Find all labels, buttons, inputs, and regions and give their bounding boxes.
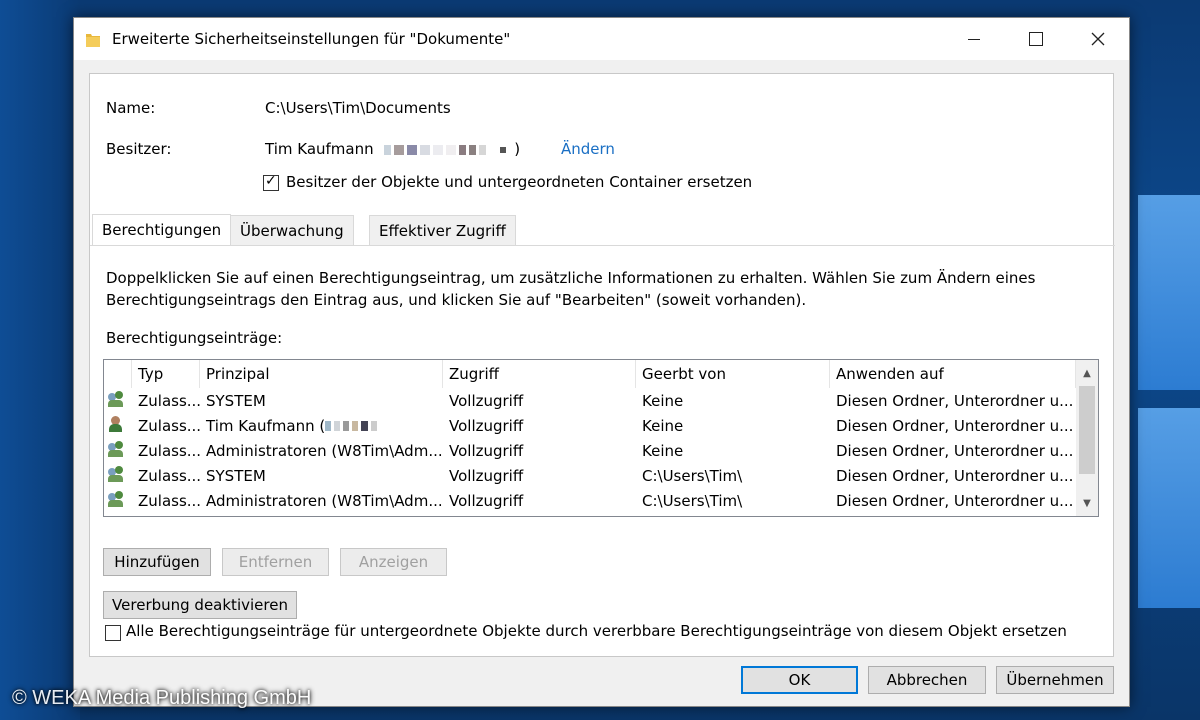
instructions-line-2: Berechtigungseintrags den Eintrag aus, u… <box>106 291 807 309</box>
cell-type: Zulass... <box>138 466 200 485</box>
cell-applies: Diesen Ordner, Unterordner u... <box>836 416 1074 435</box>
table-row[interactable]: Zulass... Administratoren (W8Tim\Adm... … <box>104 488 1076 513</box>
cell-type: Zulass... <box>138 416 200 435</box>
maximize-button[interactable] <box>1005 18 1067 60</box>
apply-button[interactable]: Übernehmen <box>996 666 1114 694</box>
close-button[interactable] <box>1067 18 1129 60</box>
group-icon <box>108 390 128 407</box>
folder-icon <box>86 33 100 47</box>
cell-applies: Diesen Ordner, Unterordner u... <box>836 466 1074 485</box>
tab-effektiver-zugriff[interactable]: Effektiver Zugriff <box>369 215 516 245</box>
cell-principal: Tim Kaufmann ( <box>200 417 443 435</box>
permission-entries-label: Berechtigungseinträge: <box>106 329 283 347</box>
title-bar[interactable]: Erweiterte Sicherheitseinstellungen für … <box>74 18 1129 60</box>
replace-owner-checkbox[interactable] <box>263 173 279 191</box>
owner-value: Tim Kaufmann <box>265 140 374 158</box>
column-header-geerbt-von[interactable]: Geerbt von <box>636 360 830 388</box>
disable-inheritance-button[interactable]: Vererbung deaktivieren <box>103 591 297 619</box>
change-owner-link[interactable]: Ändern <box>561 140 615 158</box>
content-panel: Name: C:\Users\Tim\Documents Besitzer: T… <box>89 73 1115 657</box>
tab-ueberwachung[interactable]: Überwachung <box>230 215 354 245</box>
replace-owner-label[interactable]: Besitzer der Objekte und untergeordneten… <box>286 173 752 191</box>
wallpaper-pane <box>1138 408 1200 608</box>
cell-principal: SYSTEM <box>206 391 266 410</box>
remove-button[interactable]: Entfernen <box>222 548 329 576</box>
cancel-button[interactable]: Abbrechen <box>868 666 986 694</box>
column-header-zugriff[interactable]: Zugriff <box>443 360 636 388</box>
redacted-text <box>325 417 380 435</box>
column-header-typ[interactable]: Typ <box>132 360 200 388</box>
minimize-button[interactable] <box>943 18 1005 60</box>
wallpaper-pane <box>1138 195 1200 390</box>
cell-principal: Administratoren (W8Tim\Adm... <box>206 441 443 460</box>
cell-inherited: Keine <box>642 441 684 460</box>
group-icon <box>108 465 128 482</box>
redacted-text <box>384 140 514 158</box>
cell-access: Vollzugriff <box>449 441 524 460</box>
view-button[interactable]: Anzeigen <box>340 548 447 576</box>
tab-berechtigungen[interactable]: Berechtigungen <box>92 214 232 246</box>
cell-applies: Diesen Ordner, Unterordner u... <box>836 391 1074 410</box>
cell-applies: Diesen Ordner, Unterordner u... <box>836 441 1074 460</box>
principal-name: Tim Kaufmann ( <box>206 416 326 435</box>
column-header-anwenden-auf[interactable]: Anwenden auf <box>830 360 1076 388</box>
owner-field: Tim Kaufmann ) <box>265 140 520 158</box>
table-row[interactable]: Zulass... SYSTEM Vollzugriff C:\Users\Ti… <box>104 463 1076 488</box>
column-header-icon <box>104 360 132 388</box>
vertical-scrollbar[interactable]: ▲ ▼ <box>1076 360 1098 516</box>
table-row[interactable]: Zulass... SYSTEM Vollzugriff Keine Diese… <box>104 388 1076 413</box>
cell-access: Vollzugriff <box>449 466 524 485</box>
scroll-down-icon[interactable]: ▼ <box>1076 494 1098 514</box>
ok-button[interactable]: OK <box>741 666 858 694</box>
tab-divider <box>90 245 1115 246</box>
cell-principal: SYSTEM <box>206 466 266 485</box>
security-settings-dialog: Erweiterte Sicherheitseinstellungen für … <box>73 17 1130 707</box>
group-icon <box>108 440 128 457</box>
cell-inherited: C:\Users\Tim\ <box>642 491 743 510</box>
table-row[interactable]: Zulass... Tim Kaufmann ( Vollzugriff Kei… <box>104 413 1076 438</box>
desktop-wallpaper <box>0 0 80 720</box>
table-row[interactable]: Zulass... Administratoren (W8Tim\Adm... … <box>104 438 1076 463</box>
add-button[interactable]: Hinzufügen <box>103 548 211 576</box>
cell-applies: Diesen Ordner, Unterordner u... <box>836 491 1074 510</box>
cell-access: Vollzugriff <box>449 391 524 410</box>
group-icon <box>108 490 128 507</box>
column-header-prinzipal[interactable]: Prinzipal <box>200 360 443 388</box>
list-header: Typ Prinzipal Zugriff Geerbt von Anwende… <box>104 360 1076 388</box>
scroll-up-icon[interactable]: ▲ <box>1076 364 1098 384</box>
replace-all-label[interactable]: Alle Berechtigungseinträge für untergeor… <box>126 622 1067 640</box>
user-icon <box>108 415 128 432</box>
cell-access: Vollzugriff <box>449 491 524 510</box>
name-label: Name: <box>106 99 156 117</box>
cell-inherited: Keine <box>642 416 684 435</box>
name-value: C:\Users\Tim\Documents <box>265 99 451 117</box>
window-title: Erweiterte Sicherheitseinstellungen für … <box>112 30 511 48</box>
cell-type: Zulass... <box>138 491 200 510</box>
cell-type: Zulass... <box>138 391 200 410</box>
copyright-watermark: © WEKA Media Publishing GmbH <box>12 687 312 709</box>
cell-inherited: Keine <box>642 391 684 410</box>
replace-all-checkbox[interactable] <box>105 625 121 641</box>
cell-inherited: C:\Users\Tim\ <box>642 466 743 485</box>
permission-entries-list[interactable]: Typ Prinzipal Zugriff Geerbt von Anwende… <box>103 359 1099 517</box>
owner-label: Besitzer: <box>106 140 172 158</box>
cell-type: Zulass... <box>138 441 200 460</box>
cell-access: Vollzugriff <box>449 416 524 435</box>
close-icon <box>1091 32 1105 46</box>
instructions-line-1: Doppelklicken Sie auf einen Berechtigung… <box>106 269 1036 287</box>
scrollbar-thumb[interactable] <box>1079 386 1095 474</box>
cell-principal: Administratoren (W8Tim\Adm... <box>206 491 443 510</box>
owner-close-paren: ) <box>514 140 521 158</box>
